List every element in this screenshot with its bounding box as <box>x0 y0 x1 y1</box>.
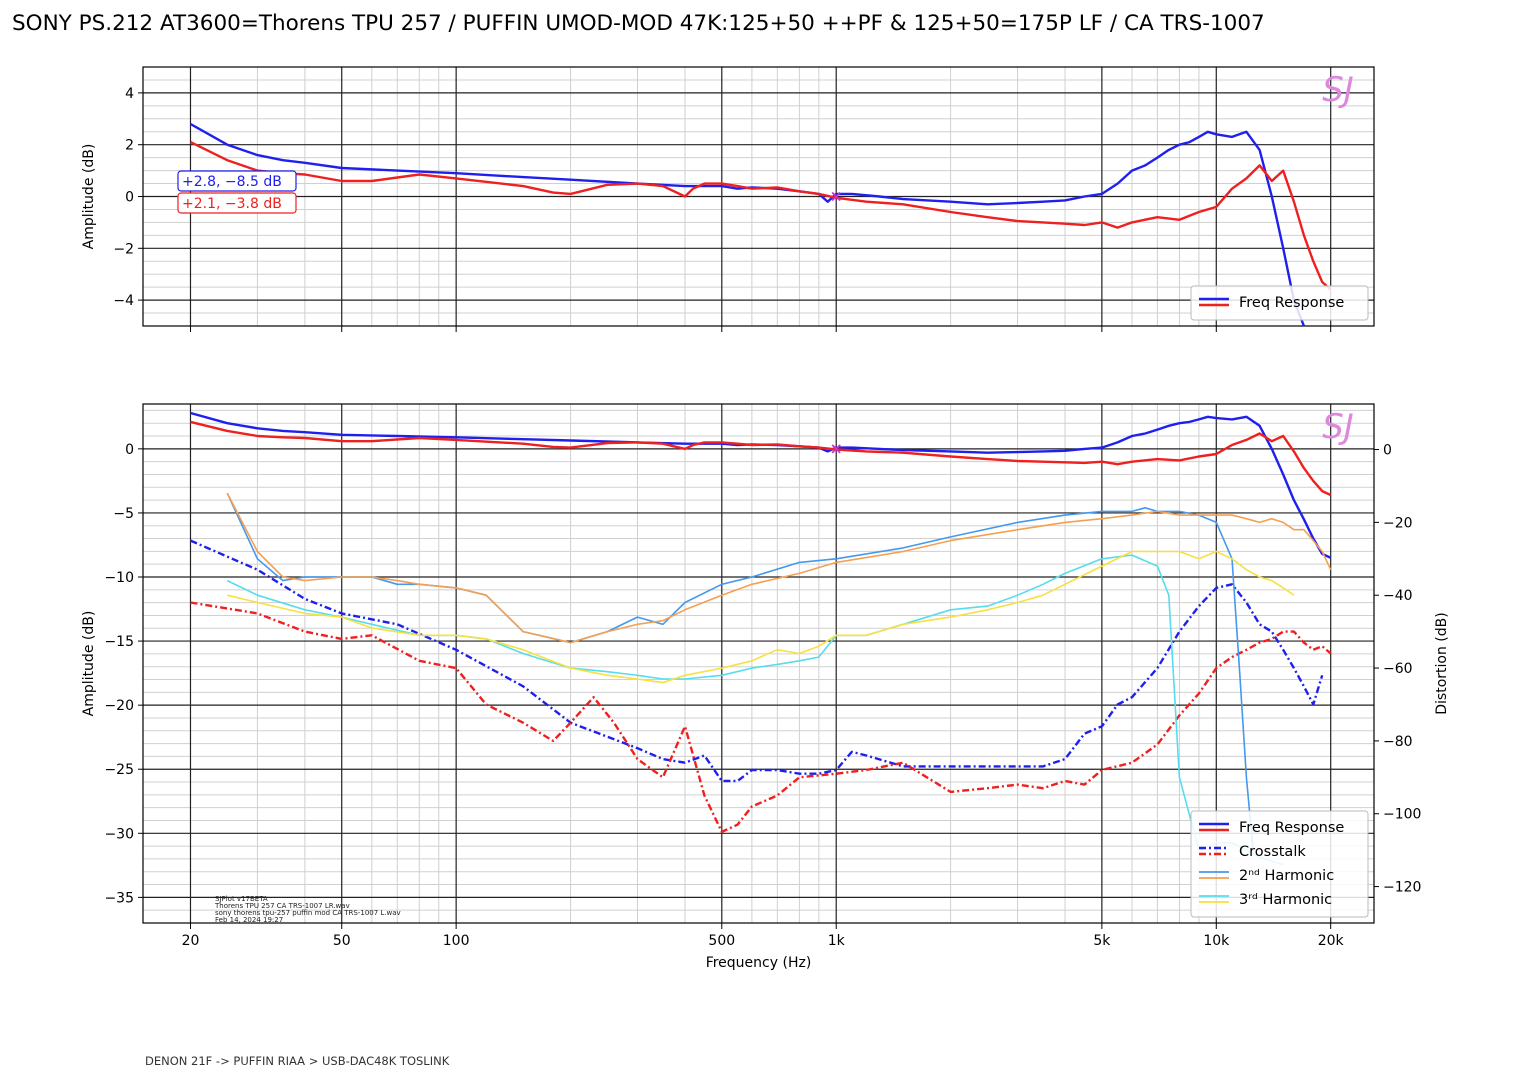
x-tick-label: 20 <box>182 933 200 949</box>
y2-tick-label: 0 <box>1383 443 1392 459</box>
y-tick-label: 0 <box>125 190 134 206</box>
y-tick-label: −4 <box>113 293 134 309</box>
x-tick-label: 10k <box>1203 933 1230 949</box>
y-tick-label: −20 <box>104 698 134 714</box>
bottom-panel: −35 −30 −25 −20 −15 −10 −5 0 −120 −100 −80 −60 −40 −2… <box>81 403 1450 971</box>
legend-label: Crosstalk <box>1239 844 1306 860</box>
legend-label: Freq Response <box>1239 295 1344 311</box>
series-group <box>189 122 1332 326</box>
series-group <box>190 411 1332 866</box>
grid <box>143 66 1374 327</box>
plot-frame <box>142 403 1375 924</box>
x-axis-label: Frequency (Hz) <box>706 955 812 971</box>
series-line-right-dashdot <box>190 601 1332 834</box>
y2-tick-label: −100 <box>1383 807 1421 823</box>
series-line-h3_left-solid <box>226 554 1284 866</box>
legend-label: Freq Response <box>1239 820 1344 836</box>
y2-tick-label: −60 <box>1383 661 1413 677</box>
series-line-left-solid <box>190 411 1332 559</box>
footer-chain-text: DENON 21F -> PUFFIN RIAA > USB-DAC48K TO… <box>145 1054 450 1068</box>
annotation-text: +2.8, −8.5 dB <box>182 174 282 190</box>
y-axis-label: Amplitude (dB) <box>81 144 97 250</box>
watermark-logo: SJ <box>1322 407 1354 447</box>
series-line-h3_right-solid <box>227 550 1295 684</box>
series-line-right-solid <box>189 141 1332 291</box>
x-tick-label: 500 <box>708 933 735 949</box>
x-tick-label: 1k <box>828 933 846 949</box>
x-tick-label: 5k <box>1093 933 1111 949</box>
watermark-logo: SJ <box>1322 70 1354 110</box>
y-tick-label: 0 <box>125 442 134 458</box>
y2-axis-label: Distortion (dB) <box>1434 612 1450 714</box>
top-panel: −4 −2 0 2 4 Amplitude (dB) SJ +2.8, −8.5 dB +2.1… <box>81 66 1375 332</box>
y-tick-label: −35 <box>104 890 134 906</box>
y2-tick-label: −120 <box>1383 880 1421 896</box>
legend-label: 3ʳᵈ Harmonic <box>1239 892 1332 908</box>
y-axis-label: Amplitude (dB) <box>81 611 97 717</box>
page-title: SONY PS.212 AT3600=Thorens TPU 257 / PUF… <box>12 11 1265 36</box>
y2-tick-label: −40 <box>1383 588 1413 604</box>
measurement-figure: SONY PS.212 AT3600=Thorens TPU 257 / PUF… <box>12 11 1450 1068</box>
y-tick-label: −5 <box>113 506 134 522</box>
y-tick-label: 2 <box>125 138 134 154</box>
series-line-left-solid <box>189 122 1306 326</box>
x-tick-label: 100 <box>443 933 470 949</box>
y-tick-label: 4 <box>125 86 134 102</box>
y-tick-label: −2 <box>113 241 134 257</box>
file-info-line: Feb 14, 2024 19:27 <box>215 916 283 924</box>
legend-label: 2ⁿᵈ Harmonic <box>1239 868 1334 884</box>
grid <box>143 404 1374 924</box>
y2-tick-label: −80 <box>1383 734 1413 750</box>
x-tick-label: 20k <box>1318 933 1345 949</box>
y-tick-label: −25 <box>104 762 134 778</box>
x-tick-label: 50 <box>333 933 351 949</box>
y-tick-label: −10 <box>104 570 134 586</box>
annotation-text: +2.1, −3.8 dB <box>182 196 282 212</box>
y-tick-label: −15 <box>104 634 134 650</box>
series-line-right-solid <box>190 420 1332 497</box>
y-tick-label: −30 <box>104 826 134 842</box>
y2-tick-label: −20 <box>1383 515 1413 531</box>
